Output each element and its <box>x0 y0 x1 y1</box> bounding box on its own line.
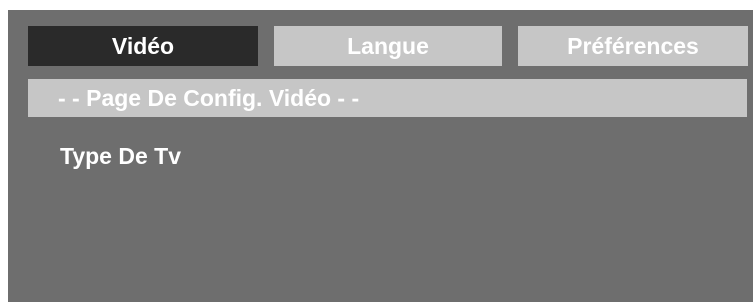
menu-list: Type De Tv <box>60 137 660 175</box>
tab-langue[interactable]: Langue <box>274 26 502 66</box>
tab-preferences[interactable]: Préférences <box>518 26 748 66</box>
osd-menu-screen: Vidéo Langue Préférences - - Page De Con… <box>8 10 753 302</box>
tab-bar: Vidéo Langue Préférences <box>28 26 748 66</box>
page-title: - - Page De Config. Vidéo - - <box>28 79 747 117</box>
tab-video[interactable]: Vidéo <box>28 26 258 66</box>
menu-item-type-de-tv[interactable]: Type De Tv <box>60 137 660 175</box>
